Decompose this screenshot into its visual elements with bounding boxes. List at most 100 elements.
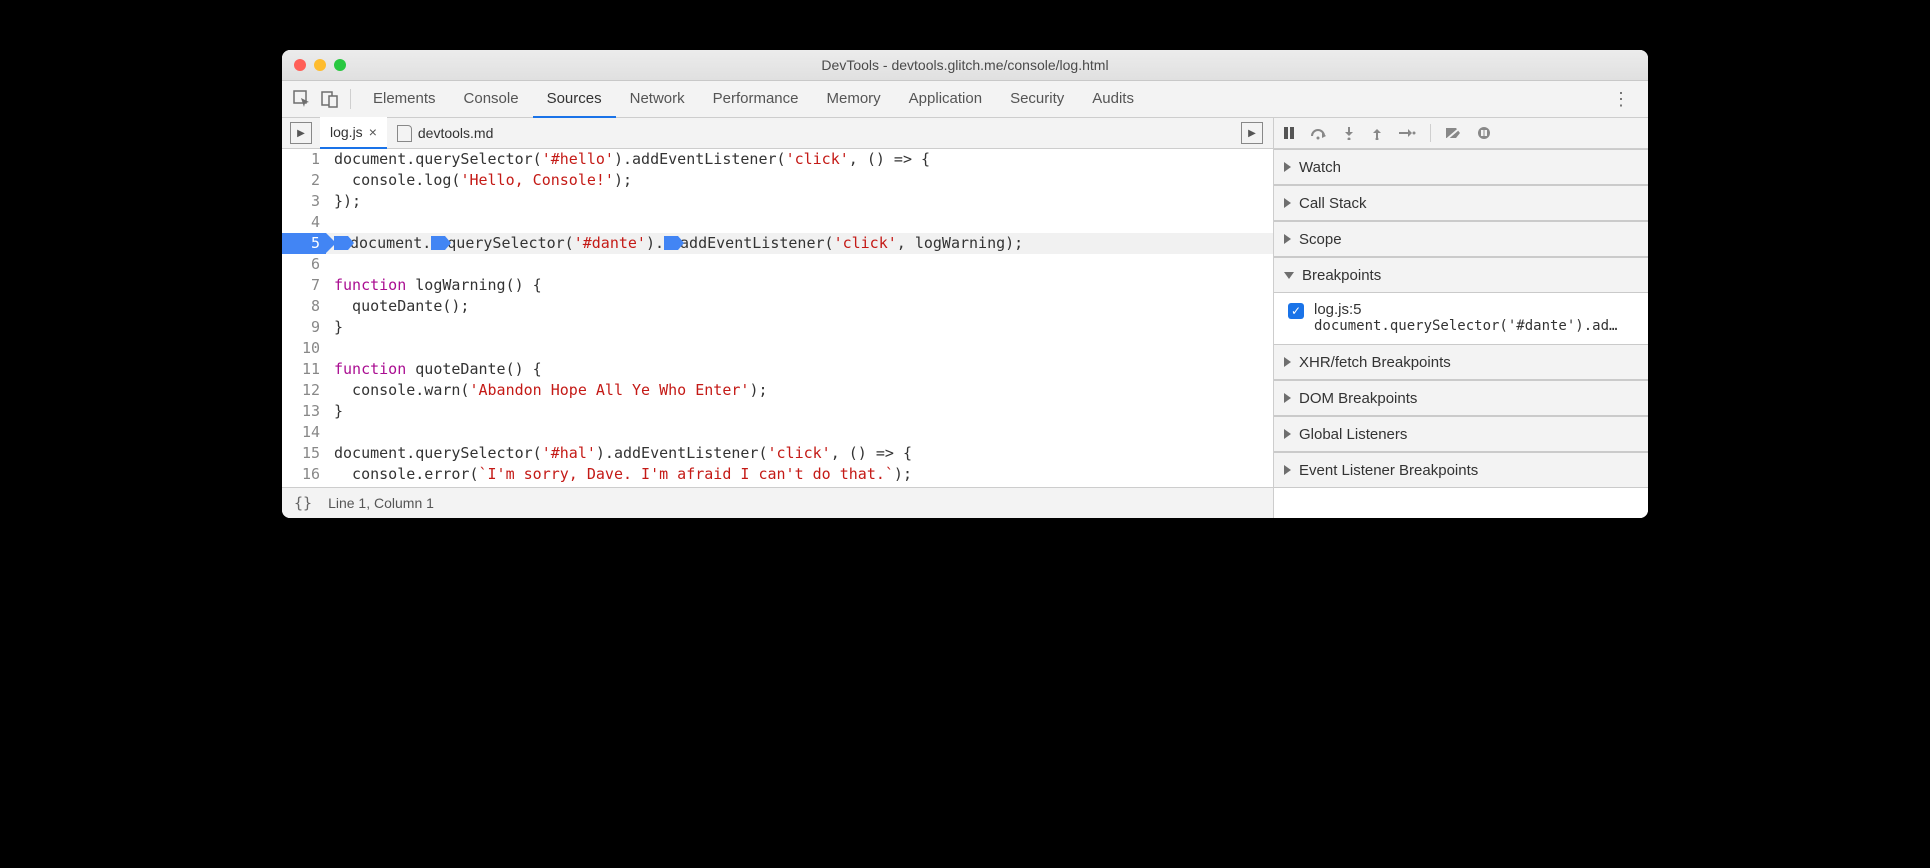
code-text: }	[326, 317, 343, 338]
tab-console[interactable]: Console	[450, 80, 533, 116]
panel-label: XHR/fetch Breakpoints	[1299, 354, 1451, 371]
code-line[interactable]: 9}	[282, 317, 1273, 338]
file-tab-label: log.js	[330, 124, 363, 140]
gutter[interactable]: 1	[282, 149, 326, 170]
tab-memory[interactable]: Memory	[813, 80, 895, 116]
code-line[interactable]: 10	[282, 338, 1273, 359]
code-line[interactable]: 14	[282, 422, 1273, 443]
checkbox-icon[interactable]: ✓	[1288, 303, 1304, 319]
inline-breakpoint-icon[interactable]	[431, 236, 445, 250]
separator	[350, 89, 351, 109]
panel-breakpoints[interactable]: Breakpoints	[1274, 257, 1648, 293]
code-text: });	[326, 191, 361, 212]
panel-event[interactable]: Event Listener Breakpoints	[1274, 452, 1648, 488]
debugger-sidebar: Watch Call Stack Scope Breakpoints ✓ log…	[1274, 118, 1648, 518]
show-navigator-icon[interactable]: ▶	[290, 122, 312, 144]
file-icon	[397, 125, 412, 142]
panel-global[interactable]: Global Listeners	[1274, 416, 1648, 452]
more-icon[interactable]: ⋮	[1602, 89, 1640, 110]
code-line[interactable]: 15document.querySelector('#hal').addEven…	[282, 443, 1273, 464]
deactivate-breakpoints-icon[interactable]	[1445, 126, 1463, 140]
code-line[interactable]: 11function quoteDante() {	[282, 359, 1273, 380]
step-into-icon[interactable]	[1342, 126, 1356, 140]
device-toggle-icon[interactable]	[318, 87, 342, 111]
chevron-right-icon	[1284, 465, 1291, 475]
code-line[interactable]: 6	[282, 254, 1273, 275]
file-tabstrip: ▶ log.js × devtools.md ▶	[282, 118, 1273, 149]
panel-watch[interactable]: Watch	[1274, 149, 1648, 185]
chevron-right-icon	[1284, 393, 1291, 403]
chevron-right-icon	[1284, 162, 1291, 172]
pause-icon[interactable]	[1282, 126, 1296, 140]
tab-application[interactable]: Application	[895, 80, 996, 116]
code-line[interactable]: 12 console.warn('Abandon Hope All Ye Who…	[282, 380, 1273, 401]
separator	[1430, 124, 1431, 142]
code-line[interactable]: 8 quoteDante();	[282, 296, 1273, 317]
step-out-icon[interactable]	[1370, 126, 1384, 140]
show-debugger-icon[interactable]: ▶	[1241, 122, 1263, 144]
chevron-right-icon	[1284, 198, 1291, 208]
tab-security[interactable]: Security	[996, 80, 1078, 116]
code-text	[326, 422, 334, 443]
tab-network[interactable]: Network	[616, 80, 699, 116]
code-line[interactable]: 1document.querySelector('#hello').addEve…	[282, 149, 1273, 170]
code-text: console.log('Hello, Console!');	[326, 170, 632, 191]
code-text: function logWarning() {	[326, 275, 542, 296]
inline-breakpoint-icon[interactable]	[664, 236, 678, 250]
code-line[interactable]: 2 console.log('Hello, Console!');	[282, 170, 1273, 191]
gutter[interactable]: 9	[282, 317, 326, 338]
code-line[interactable]: 7function logWarning() {	[282, 275, 1273, 296]
gutter[interactable]: 8	[282, 296, 326, 317]
gutter[interactable]: 11	[282, 359, 326, 380]
gutter[interactable]: 10	[282, 338, 326, 359]
panel-callstack[interactable]: Call Stack	[1274, 185, 1648, 221]
tab-audits[interactable]: Audits	[1078, 80, 1148, 116]
gutter[interactable]: 7	[282, 275, 326, 296]
cursor-position: Line 1, Column 1	[328, 495, 434, 511]
pretty-print-icon[interactable]: {}	[294, 494, 312, 512]
inline-breakpoint-icon[interactable]	[334, 236, 348, 250]
file-tab-other[interactable]: devtools.md	[387, 118, 503, 148]
panel-dom[interactable]: DOM Breakpoints	[1274, 380, 1648, 416]
gutter[interactable]: 13	[282, 401, 326, 422]
pause-on-exceptions-icon[interactable]	[1477, 126, 1491, 140]
chevron-right-icon	[1284, 234, 1291, 244]
devtools-window: DevTools - devtools.glitch.me/console/lo…	[282, 50, 1648, 518]
devtools-tabstrip: ElementsConsoleSourcesNetworkPerformance…	[282, 81, 1648, 118]
main-area: ▶ log.js × devtools.md ▶ 1document.query…	[282, 118, 1648, 518]
panel-scope[interactable]: Scope	[1274, 221, 1648, 257]
step-over-icon[interactable]	[1310, 126, 1328, 140]
code-line[interactable]: 4	[282, 212, 1273, 233]
breakpoint-item[interactable]: ✓ log.js:5 document.querySelector('#dant…	[1288, 301, 1640, 334]
gutter[interactable]: 6	[282, 254, 326, 275]
gutter[interactable]: 5	[282, 233, 326, 254]
code-line[interactable]: 13}	[282, 401, 1273, 422]
gutter[interactable]: 14	[282, 422, 326, 443]
close-icon[interactable]: ×	[369, 124, 377, 140]
breakpoint-title: log.js:5	[1314, 301, 1624, 318]
code-editor[interactable]: 1document.querySelector('#hello').addEve…	[282, 149, 1273, 487]
statusbar: {} Line 1, Column 1	[282, 487, 1273, 518]
code-text: console.error(`I'm sorry, Dave. I'm afra…	[326, 464, 912, 485]
tab-elements[interactable]: Elements	[359, 80, 450, 116]
gutter[interactable]: 16	[282, 464, 326, 485]
code-line[interactable]: 3});	[282, 191, 1273, 212]
gutter[interactable]: 2	[282, 170, 326, 191]
code-line[interactable]: 17});	[282, 485, 1273, 487]
code-line[interactable]: 5document.querySelector('#dante').addEve…	[282, 233, 1273, 254]
tab-performance[interactable]: Performance	[699, 80, 813, 116]
gutter[interactable]: 3	[282, 191, 326, 212]
gutter[interactable]: 4	[282, 212, 326, 233]
tab-sources[interactable]: Sources	[533, 80, 616, 118]
code-text	[326, 212, 334, 233]
breakpoint-snippet: document.querySelector('#dante').addEv…	[1314, 318, 1624, 334]
gutter[interactable]: 17	[282, 485, 326, 487]
gutter[interactable]: 12	[282, 380, 326, 401]
gutter[interactable]: 15	[282, 443, 326, 464]
file-tab-label: devtools.md	[418, 125, 493, 141]
file-tab-active[interactable]: log.js ×	[320, 117, 387, 149]
panel-xhr[interactable]: XHR/fetch Breakpoints	[1274, 344, 1648, 380]
code-line[interactable]: 16 console.error(`I'm sorry, Dave. I'm a…	[282, 464, 1273, 485]
step-icon[interactable]	[1398, 126, 1416, 140]
inspect-icon[interactable]	[290, 87, 314, 111]
